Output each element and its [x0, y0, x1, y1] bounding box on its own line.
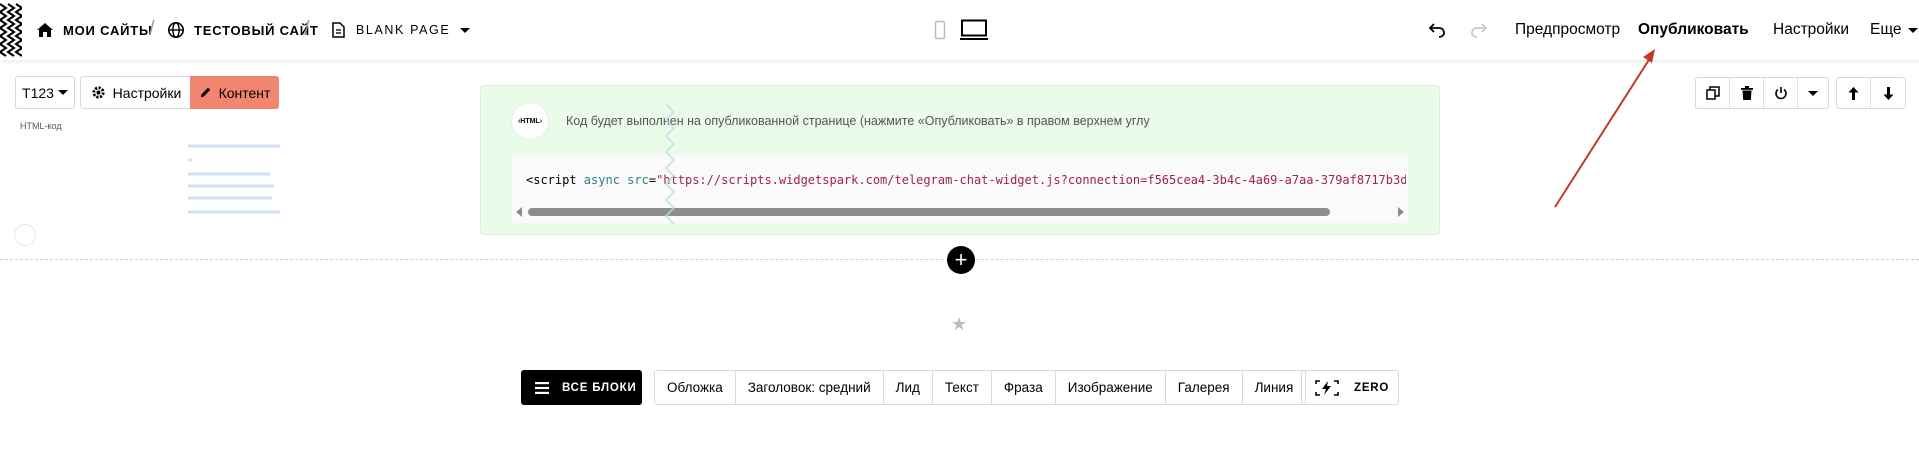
category-line[interactable]: Линия	[1243, 371, 1306, 404]
code-tag-open: <script	[526, 173, 584, 187]
breadcrumb-test-site[interactable]: Тестовый сайт	[167, 0, 319, 60]
block-categories: Обложка Заголовок: средний Лид Текст Фра…	[654, 370, 1307, 405]
code-attr-src: src	[627, 173, 649, 187]
scrollbar-thumb[interactable]	[528, 208, 1330, 216]
category-cover[interactable]: Обложка	[655, 371, 736, 404]
all-blocks-label: ВСЕ БЛОКИ	[562, 381, 637, 394]
move-down-button[interactable]	[1871, 78, 1905, 108]
globe-icon	[168, 22, 184, 38]
pencil-icon	[200, 87, 210, 98]
page-icon	[332, 22, 345, 38]
undo-icon[interactable]	[1428, 22, 1446, 38]
breadcrumb-label: Мои сайты	[63, 22, 153, 38]
block-content-button[interactable]: Контент	[190, 76, 279, 109]
breadcrumb-label: Тестовый сайт	[194, 22, 319, 38]
chevron-down-icon	[460, 27, 471, 33]
trash-icon	[1740, 86, 1753, 100]
chevron-down-icon	[1907, 27, 1918, 33]
more-label: Еще	[1870, 21, 1902, 38]
breadcrumb-page-selector[interactable]: Blank page	[329, 0, 471, 60]
move-up-button[interactable]	[1837, 78, 1872, 108]
plus-icon: +	[954, 247, 968, 272]
delete-button[interactable]	[1730, 78, 1764, 108]
breadcrumb-label: Blank page	[356, 23, 451, 37]
block-actions-group	[1695, 77, 1829, 109]
star-icon[interactable]: ★	[951, 314, 967, 335]
all-blocks-button[interactable]: ВСЕ БЛОКИ	[521, 370, 642, 405]
redo-icon[interactable]	[1470, 22, 1488, 38]
code-attr-value: "https://scripts.widgetspark.com/telegra…	[656, 173, 1406, 187]
category-lead[interactable]: Лид	[884, 371, 933, 404]
ghost-watermark	[664, 103, 676, 225]
block-content-label: Контент	[218, 84, 271, 101]
arrow-down-icon	[1883, 86, 1893, 100]
gear-icon	[92, 86, 105, 99]
toggle-visibility-button[interactable]	[1764, 78, 1798, 108]
more-menu[interactable]: Еще	[1870, 0, 1918, 60]
top-bar: Мои сайты / Тестовый сайт / Blank page	[0, 0, 1919, 60]
scroll-right-icon[interactable]	[1398, 207, 1404, 217]
zero-block-label: ZERO	[1354, 381, 1390, 394]
menu-icon	[535, 381, 549, 394]
category-image[interactable]: Изображение	[1056, 371, 1166, 404]
block-handle-circle[interactable]	[14, 224, 36, 246]
category-gallery[interactable]: Галерея	[1166, 371, 1243, 404]
block-id-dropdown[interactable]: T123	[15, 76, 75, 109]
chevron-down-icon	[57, 90, 68, 95]
breadcrumb-separator: /	[304, 18, 310, 40]
home-icon	[37, 23, 53, 37]
block-thumbnail	[188, 144, 280, 214]
more-actions-button[interactable]	[1798, 78, 1828, 108]
mobile-view-icon[interactable]	[934, 20, 946, 40]
zero-block-icon	[1315, 379, 1339, 396]
breadcrumb-separator: /	[149, 18, 155, 40]
desktop-view-icon[interactable]	[960, 19, 988, 41]
settings-link[interactable]: Настройки	[1773, 0, 1849, 60]
duplicate-button[interactable]	[1696, 78, 1730, 108]
logo-zigzag-icon[interactable]	[0, 0, 22, 60]
preview-button[interactable]: Предпросмотр	[1515, 0, 1620, 60]
copy-icon	[1705, 86, 1720, 100]
publish-button[interactable]: Опубликовать	[1638, 0, 1749, 60]
category-phrase[interactable]: Фраза	[992, 371, 1056, 404]
block-settings-label: Настройки	[112, 84, 182, 101]
html-badge-icon: ‹HTML›	[512, 103, 548, 139]
breadcrumb-my-sites[interactable]: Мои сайты	[36, 0, 153, 60]
move-group	[1836, 77, 1906, 109]
category-heading-medium[interactable]: Заголовок: средний	[736, 371, 884, 404]
code-attr-async: async	[583, 173, 628, 187]
category-text[interactable]: Текст	[933, 371, 992, 404]
block-id: T123	[22, 84, 54, 101]
power-icon	[1774, 87, 1787, 100]
chevron-down-icon	[1808, 90, 1818, 96]
scroll-left-icon[interactable]	[516, 207, 522, 217]
arrow-up-icon	[1848, 86, 1859, 100]
block-type-label: HTML-код	[20, 121, 62, 131]
block-settings-button[interactable]: Настройки	[80, 76, 192, 109]
add-block-button[interactable]: +	[947, 246, 975, 274]
zero-block-button[interactable]: ZERO	[1301, 370, 1399, 405]
